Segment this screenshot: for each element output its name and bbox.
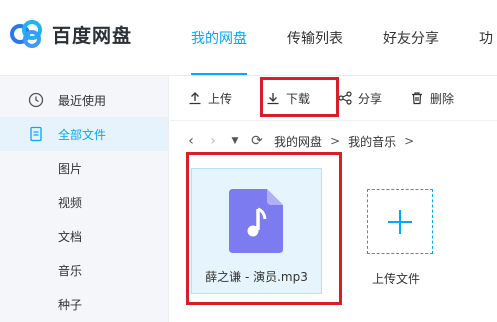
clock-icon — [28, 92, 44, 108]
delete-label: 删除 — [430, 91, 455, 106]
history-dropdown-icon[interactable]: ▼ — [224, 136, 246, 146]
tab-friend-share[interactable]: 好友分享 — [383, 0, 439, 75]
sidebar-item-documents[interactable]: 文档 — [0, 219, 168, 253]
sidebar-item-label: 全部文件 — [58, 127, 107, 142]
sidebar-item-label: 文档 — [58, 229, 83, 244]
share-icon — [338, 91, 352, 105]
tab-functions[interactable]: 功 — [479, 0, 493, 75]
breadcrumb-separator: > — [404, 134, 415, 148]
refresh-icon[interactable]: ⟳ — [246, 133, 268, 149]
upload-label: 上传 — [208, 91, 233, 106]
download-highlight-box — [260, 77, 339, 117]
sidebar-item-recent[interactable]: 最近使用 — [0, 83, 168, 117]
trash-icon — [412, 92, 423, 105]
upload-icon — [189, 92, 201, 105]
forward-arrow-icon[interactable]: › — [202, 133, 224, 149]
delete-button[interactable]: 删除 — [400, 83, 464, 113]
sidebar-item-all-files[interactable]: 全部文件 — [0, 117, 168, 151]
main-nav: 我的网盘 传输列表 好友分享 功 — [191, 0, 497, 75]
baidu-netdisk-logo-icon — [10, 20, 42, 48]
app-logo[interactable]: 百度网盘 — [10, 20, 132, 48]
sidebar-item-label: 种子 — [58, 297, 83, 312]
sidebar-item-label: 音乐 — [58, 263, 83, 278]
sidebar-item-music[interactable]: 音乐 — [0, 253, 168, 287]
breadcrumb-item[interactable]: 我的网盘 — [274, 133, 322, 150]
upload-file-tile[interactable] — [367, 189, 433, 254]
sidebar-item-images[interactable]: 图片 — [0, 151, 168, 185]
breadcrumb-item[interactable]: 我的音乐 — [348, 133, 396, 150]
plus-icon — [388, 209, 412, 234]
document-icon — [30, 126, 42, 142]
sidebar-item-label: 图片 — [58, 161, 83, 176]
upload-file-label: 上传文件 — [372, 272, 421, 286]
sidebar-item-torrents[interactable]: 种子 — [0, 287, 168, 321]
upload-button[interactable]: 上传 — [178, 83, 242, 113]
sidebar-item-videos[interactable]: 视频 — [0, 185, 168, 219]
tab-my-netdisk[interactable]: 我的网盘 — [191, 0, 247, 75]
sidebar-item-label: 最近使用 — [58, 93, 107, 108]
app-title: 百度网盘 — [52, 24, 133, 47]
sidebar-item-label: 视频 — [58, 195, 83, 210]
top-bar: 百度网盘 我的网盘 传输列表 好友分享 功 — [0, 0, 497, 76]
file-highlight-box — [186, 152, 342, 305]
back-arrow-icon[interactable]: ‹ — [180, 133, 202, 149]
tab-transfer-list[interactable]: 传输列表 — [287, 0, 343, 75]
breadcrumb-separator: > — [330, 134, 341, 148]
sidebar: 最近使用 全部文件 图片 视频 文档 音乐 种子 — [0, 76, 169, 322]
share-label: 分享 — [358, 91, 383, 106]
